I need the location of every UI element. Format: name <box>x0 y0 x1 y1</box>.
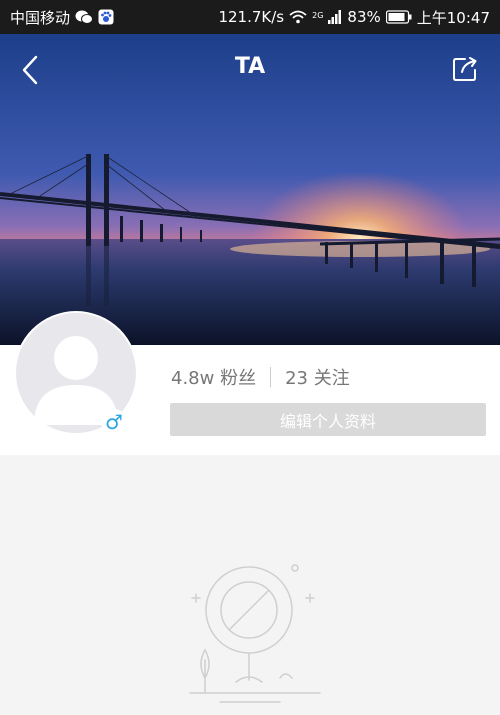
share-button[interactable] <box>446 50 484 88</box>
empty-state-illustration <box>180 560 330 711</box>
chevron-left-icon <box>22 55 38 85</box>
battery-percent: 83% <box>347 8 381 26</box>
battery-icon <box>385 10 412 24</box>
baidu-icon <box>98 9 114 25</box>
fans-count[interactable]: 4.8w 粉丝 <box>171 364 256 390</box>
following-count[interactable]: 23 关注 <box>285 364 350 390</box>
page-title: TA <box>234 54 266 79</box>
edit-profile-button[interactable]: 编辑个人资料 <box>170 403 486 436</box>
network-speed: 121.7K/s <box>218 8 285 26</box>
back-button[interactable] <box>14 50 46 90</box>
clock: 上午10:47 <box>416 8 490 27</box>
network-type-badge: 2G <box>312 10 324 20</box>
wechat-icon <box>75 10 94 24</box>
stats-divider <box>270 367 272 387</box>
cover-image <box>0 34 500 345</box>
profile-stats: 4.8w 粉丝 23 关注 <box>171 364 350 390</box>
male-gender-icon: ♂ <box>101 409 127 435</box>
carrier-label: 中国移动 <box>10 8 71 27</box>
share-icon <box>453 57 477 81</box>
signal-icon <box>328 10 342 24</box>
status-bar: 中国移动 121.7K/s 2G 83% 上午10:47 <box>0 0 500 34</box>
wifi-icon <box>289 10 307 24</box>
